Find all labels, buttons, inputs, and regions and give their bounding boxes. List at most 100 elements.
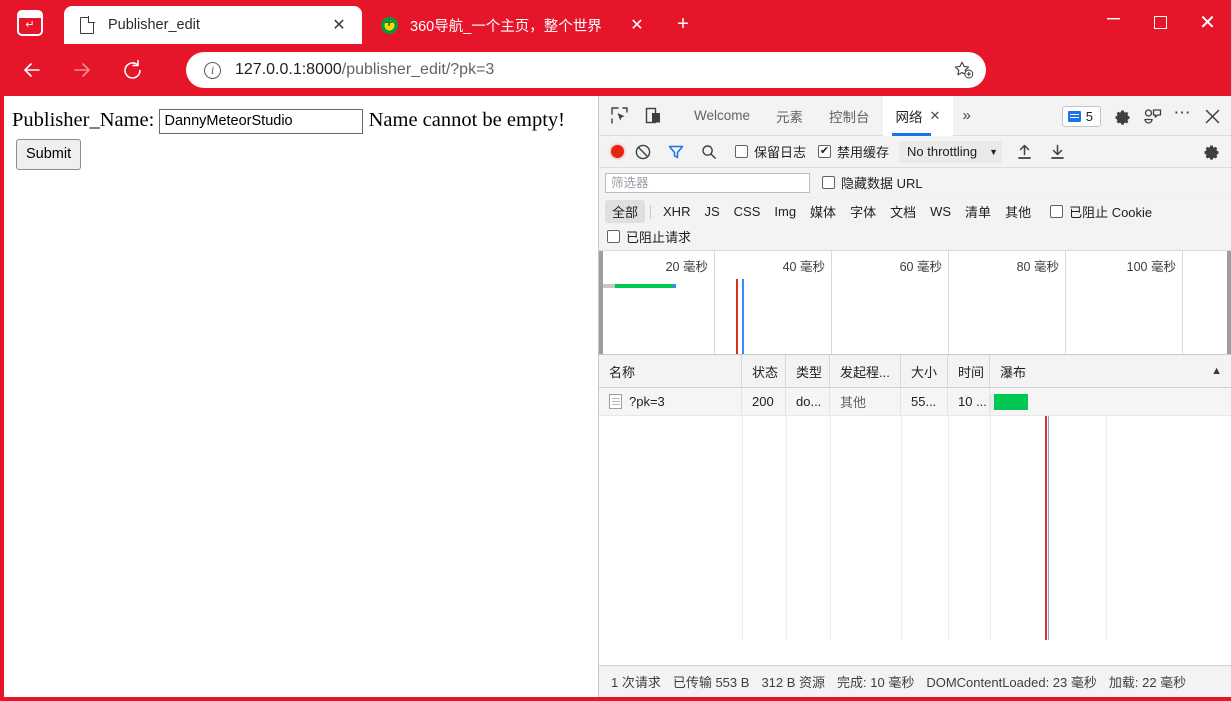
column-header-initiator[interactable]: 发起程...: [830, 354, 901, 388]
hide-data-urls-checkbox[interactable]: 隐藏数据 URL: [822, 173, 923, 192]
preserve-log-checkbox[interactable]: 保留日志: [735, 142, 806, 161]
more-tabs-icon[interactable]: »: [953, 96, 979, 136]
tab-elements[interactable]: 元素: [763, 96, 816, 136]
device-toolbar-icon[interactable]: [639, 102, 667, 130]
type-filter-font[interactable]: 字体: [843, 200, 883, 223]
cell-status: 200: [742, 387, 786, 416]
tab-welcome[interactable]: Welcome: [681, 96, 763, 136]
add-favorite-star-icon[interactable]: [948, 55, 978, 85]
divider: [650, 204, 652, 219]
record-icon[interactable]: [611, 145, 624, 158]
table-row[interactable]: ?pk=3 200 do... 其他 55... 10 ...: [599, 387, 1231, 416]
disable-cache-checkbox[interactable]: ✔ 禁用缓存: [818, 142, 889, 161]
submit-button[interactable]: Submit: [16, 138, 82, 171]
cell-initiator: 其他: [830, 387, 901, 416]
type-filter-ws[interactable]: WS: [923, 202, 958, 221]
clear-icon[interactable]: [629, 138, 657, 166]
column-header-status[interactable]: 状态: [742, 354, 786, 388]
site-info-icon[interactable]: i: [204, 61, 221, 79]
requests-table-empty-area[interactable]: [599, 416, 1231, 640]
new-tab-button[interactable]: +: [668, 10, 698, 38]
more-options-icon[interactable]: ⋯: [1167, 101, 1197, 131]
type-filter-other[interactable]: 其他: [998, 200, 1038, 223]
preserve-log-label: 保留日志: [754, 145, 807, 160]
blocked-cookies-label: 已阻止 Cookie: [1069, 205, 1153, 220]
type-filter-all[interactable]: 全部: [605, 200, 646, 223]
tab-publisher-edit[interactable]: Publisher_edit ✕: [64, 6, 362, 44]
tab-close-icon[interactable]: ✕: [624, 12, 650, 38]
customize-devtools-icon[interactable]: [1137, 101, 1167, 131]
type-filter-media[interactable]: 媒体: [803, 200, 843, 223]
column-header-time[interactable]: 时间: [948, 354, 990, 388]
requests-table: 名称 状态 类型 发起程... 大小 时间 瀑布 ▲ ?pk=3 200 do.…: [599, 354, 1231, 640]
publisher-name-label: Publisher_Name:: [12, 109, 155, 131]
timeline-tick: 80 毫秒: [1016, 260, 1059, 274]
tab-close-icon[interactable]: ✕: [326, 12, 352, 38]
blocked-requests-checkbox[interactable]: 已阻止请求: [607, 227, 691, 246]
gear-icon[interactable]: [1107, 101, 1137, 131]
network-overview-timeline[interactable]: 20 毫秒 40 毫秒 60 毫秒 80 毫秒 100 毫秒: [599, 251, 1231, 355]
column-header-waterfall[interactable]: 瀑布 ▲: [990, 355, 1230, 388]
page-viewport: Publisher_Name: DannyMeteorStudio Name c…: [4, 96, 598, 697]
filter-input[interactable]: 筛选器: [605, 172, 810, 193]
tab-network-close-icon[interactable]: ✕: [930, 108, 941, 124]
checkbox-box: [607, 230, 620, 243]
publisher-name-input[interactable]: DannyMeteorStudio: [159, 108, 364, 134]
network-settings-icon[interactable]: [1197, 138, 1225, 166]
publisher-edit-form: Publisher_Name: DannyMeteorStudio Name c…: [4, 96, 598, 171]
blocked-requests-label: 已阻止请求: [626, 230, 692, 245]
type-filter-xhr[interactable]: XHR: [656, 202, 697, 221]
document-icon: [78, 16, 96, 34]
waterfall-label: 瀑布: [1000, 364, 1027, 380]
filter-icon[interactable]: [662, 138, 690, 166]
type-filter-css[interactable]: CSS: [727, 202, 768, 221]
timeline-grid: 20 毫秒 40 毫秒 60 毫秒 80 毫秒 100 毫秒: [599, 251, 1231, 354]
devtools-tabbar-actions: 5 ⋯: [1061, 96, 1227, 136]
hide-data-urls-label: 隐藏数据 URL: [841, 176, 923, 191]
blocked-cookies-checkbox[interactable]: 已阻止 Cookie: [1050, 202, 1152, 221]
sort-ascending-icon: ▲: [1211, 365, 1222, 377]
chevron-down-icon: ▼: [989, 146, 999, 157]
window-controls: ✕: [1090, 0, 1231, 44]
timeline-left-handle[interactable]: [599, 251, 603, 354]
tab-console[interactable]: 控制台: [816, 96, 883, 136]
devtools-tab-bar: Welcome 元素 控制台 网络 ✕ » 5 ⋯: [599, 95, 1231, 136]
export-har-icon[interactable]: [1043, 138, 1071, 166]
column-header-type[interactable]: 类型: [786, 354, 830, 388]
message-count-badge[interactable]: 5: [1061, 105, 1101, 127]
checkbox-box: ✔: [818, 145, 832, 158]
back-button[interactable]: [14, 52, 50, 88]
browser-window: ↵ Publisher_edit ✕ 360导航_一个主页，整个世界 ✕ + ✕: [0, 0, 1231, 701]
messages-icon: [1067, 110, 1081, 122]
close-devtools-icon[interactable]: [1197, 101, 1227, 131]
dom-content-loaded-time: DOMContentLoaded: 23 毫秒: [926, 675, 1097, 690]
close-window-button[interactable]: ✕: [1184, 0, 1231, 44]
type-filter-img[interactable]: Img: [767, 202, 803, 221]
tab-title: Publisher_edit: [108, 17, 200, 33]
column-header-size[interactable]: 大小: [901, 354, 948, 388]
finish-time: 完成: 10 毫秒: [837, 675, 915, 690]
minimize-button[interactable]: [1090, 0, 1137, 44]
cell-name: ?pk=3: [599, 387, 742, 416]
type-filter-doc[interactable]: 文档: [883, 200, 923, 223]
column-header-name[interactable]: 名称: [599, 354, 742, 388]
tab-360-navigation[interactable]: 360导航_一个主页，整个世界 ✕: [366, 6, 666, 44]
throttle-select[interactable]: No throttling ▼: [899, 140, 1003, 163]
address-bar[interactable]: i 127.0.0.1:8000/publisher_edit/?pk=3: [186, 52, 986, 88]
type-filter-manifest[interactable]: 清单: [958, 200, 998, 223]
load-event-marker: [1047, 416, 1049, 640]
import-har-icon[interactable]: [1010, 138, 1038, 166]
type-filter-js[interactable]: JS: [697, 202, 726, 221]
reload-button[interactable]: [114, 52, 150, 88]
maximize-button[interactable]: [1137, 0, 1184, 44]
tab-network[interactable]: 网络 ✕: [882, 95, 954, 136]
inspect-element-icon[interactable]: [605, 102, 633, 130]
request-count: 1 次请求: [611, 675, 661, 690]
timeline-right-handle[interactable]: [1227, 251, 1231, 354]
checkbox-box: [1050, 205, 1064, 218]
network-status-bar: 1 次请求 已传输 553 B 312 B 资源 完成: 10 毫秒 DOMCo…: [599, 665, 1231, 697]
forward-button[interactable]: [64, 52, 100, 88]
title-bar: ↵ Publisher_edit ✕ 360导航_一个主页，整个世界 ✕ + ✕: [0, 0, 1231, 44]
search-icon[interactable]: [695, 138, 723, 166]
message-count: 5: [1085, 108, 1093, 124]
